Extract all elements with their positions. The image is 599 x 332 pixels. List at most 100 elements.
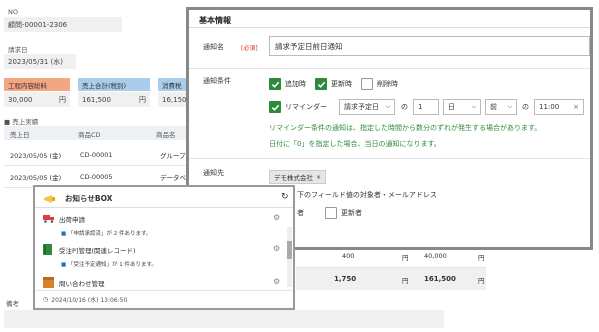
- notif-item-sub-text: 「受注予定通知」が 1 件あります。: [67, 262, 157, 268]
- notify-name-label: 通知名: [203, 43, 224, 51]
- amount-process: 30,000 円: [4, 92, 70, 107]
- checkbox-checked-icon[interactable]: [315, 78, 327, 90]
- no-value: 顧問-00001-2306: [4, 17, 122, 32]
- remarks-field[interactable]: [4, 310, 444, 328]
- notif-item-sub: ■ 「申請承認済」が 2 件あります。: [61, 229, 151, 237]
- close-icon[interactable]: ×: [316, 174, 321, 181]
- notif-item-title: 出荷申請: [59, 216, 85, 224]
- checkbox-unchecked-icon[interactable]: [325, 207, 337, 219]
- bullet-icon: ■: [61, 231, 67, 237]
- divider: [35, 290, 293, 291]
- chevron-down-icon: ⌵: [471, 103, 476, 110]
- timestamp-text: 2024/10/16 (水) 13:06:50: [51, 297, 128, 304]
- gear-icon[interactable]: ⚙: [273, 277, 280, 286]
- yen-unit: 円: [478, 277, 485, 285]
- check-update-label: 更新時: [331, 80, 352, 88]
- box-icon: [43, 277, 54, 288]
- scrollbar-thumb[interactable]: [287, 241, 292, 259]
- yen-unit: 円: [402, 254, 409, 262]
- clear-icon[interactable]: ×: [573, 103, 579, 111]
- updater-label: 更新者: [341, 209, 362, 217]
- book-icon: [43, 244, 52, 255]
- direction-select[interactable]: 前 ⌵: [485, 99, 517, 115]
- bottom-value-a: 400: [342, 252, 355, 260]
- field-text: 下のフィールド値の対象者・メールアドレス: [297, 191, 437, 199]
- row-name: データベ: [160, 173, 186, 182]
- amount-sales: 161,500 円: [78, 92, 150, 107]
- check-update[interactable]: 更新時: [315, 78, 352, 90]
- date-label: 請求日: [8, 46, 28, 54]
- amount-sales-value: 161,500: [82, 95, 111, 104]
- amount-tax: 16,150: [158, 92, 188, 107]
- th-name: 商品名: [156, 131, 176, 139]
- days-input[interactable]: 1: [413, 99, 439, 115]
- bottom-total-a: 1,750: [334, 275, 357, 283]
- row-code: CD-00001: [80, 150, 113, 159]
- check-updater[interactable]: 更新者: [325, 207, 362, 219]
- notif-item-title: 問い合わせ管理: [59, 280, 105, 288]
- particle-no: の: [522, 103, 529, 111]
- bottom-row-total: 1,750 円 161,500 円: [296, 268, 486, 290]
- chevron-down-icon: ⌵: [385, 103, 390, 110]
- checkbox-checked-icon[interactable]: [269, 101, 281, 113]
- direction-value: 前: [490, 103, 497, 111]
- creator-label: 者: [297, 209, 304, 217]
- condition-label: 通知条件: [203, 77, 231, 85]
- notif-item-title: 受注P]管理(関連レコード): [59, 247, 136, 255]
- bottom-total-b: 161,500: [424, 275, 456, 283]
- gear-icon[interactable]: ⚙: [273, 213, 280, 222]
- check-reminder[interactable]: リマインダー: [269, 101, 327, 113]
- bullet-icon: ■: [61, 262, 67, 268]
- check-add[interactable]: 追加時: [269, 78, 306, 90]
- table-header: 売上日 商品CD 商品名: [4, 126, 188, 140]
- date-value: 2023/05/31 (水): [4, 54, 76, 69]
- row-date: 2023/05/05 (金): [10, 151, 62, 160]
- panel-title: 基本情報: [199, 16, 231, 25]
- no-label: NO: [8, 8, 18, 16]
- notif-header: お知らせBOX: [43, 193, 112, 204]
- gear-icon[interactable]: ⚙: [273, 244, 280, 253]
- reminder-field-select[interactable]: 請求予定日 ⌵: [339, 99, 395, 115]
- truck-icon: [43, 215, 54, 223]
- checkbox-unchecked-icon[interactable]: [361, 78, 373, 90]
- checkbox-checked-icon[interactable]: [269, 78, 281, 90]
- unit-value: 日: [448, 103, 455, 111]
- scrollbar[interactable]: [287, 227, 292, 287]
- check-reminder-label: リマインダー: [285, 103, 327, 111]
- notify-name-input[interactable]: 請求予定日前日通知: [269, 36, 590, 56]
- reminder-note-2: 日付に「0」を指定した場合、当日の通知になります。: [269, 140, 441, 148]
- clock-icon: ◷: [43, 296, 49, 303]
- reminder-field-value: 請求予定日: [344, 103, 379, 111]
- th-date: 売上日: [10, 131, 30, 139]
- check-delete-label: 削除時: [377, 80, 398, 88]
- refresh-icon[interactable]: ↻: [281, 192, 289, 202]
- notif-title: お知らせBOX: [65, 194, 113, 203]
- yen-unit: 円: [139, 95, 146, 104]
- notif-item-sub-text: 「申請承認済」が 2 件あります。: [67, 231, 152, 237]
- section-title: ■ 売上実績: [4, 118, 39, 126]
- tag-tax: 消費税: [158, 78, 188, 91]
- tag-sales: 売上合計(税別): [78, 78, 150, 91]
- chevron-down-icon: ⌵: [507, 103, 512, 110]
- tag-process: 工程内容総料: [4, 78, 70, 91]
- yen-unit: 円: [59, 95, 66, 104]
- amount-process-value: 30,000: [8, 95, 33, 104]
- reminder-note-1: リマインダー条件の通知は、指定した時間から数分のずれが発生する場合があります。: [269, 124, 542, 132]
- yen-unit: 円: [478, 254, 485, 262]
- notif-timestamp: ◷ 2024/10/16 (水) 13:06:50: [43, 295, 127, 304]
- divider: [35, 207, 293, 208]
- particle-no: の: [401, 103, 408, 111]
- row-date: 2023/05/05 (金): [10, 173, 62, 182]
- time-input[interactable]: 11:00 ×: [534, 99, 584, 115]
- unit-select[interactable]: 日 ⌵: [443, 99, 481, 115]
- bottom-value-b: 40,000: [424, 252, 447, 260]
- divider: [189, 158, 590, 159]
- time-value: 11:00: [539, 103, 560, 111]
- target-chip-label: デモ株式会社: [274, 174, 313, 182]
- target-chip[interactable]: デモ株式会社 ×: [269, 170, 327, 184]
- amount-tax-value: 16,150: [162, 95, 187, 104]
- table-row[interactable]: 2023/05/05 (金) CD-00001 グループ: [4, 144, 188, 166]
- check-delete[interactable]: 削除時: [361, 78, 398, 90]
- divider: [189, 27, 590, 28]
- check-add-label: 追加時: [285, 80, 306, 88]
